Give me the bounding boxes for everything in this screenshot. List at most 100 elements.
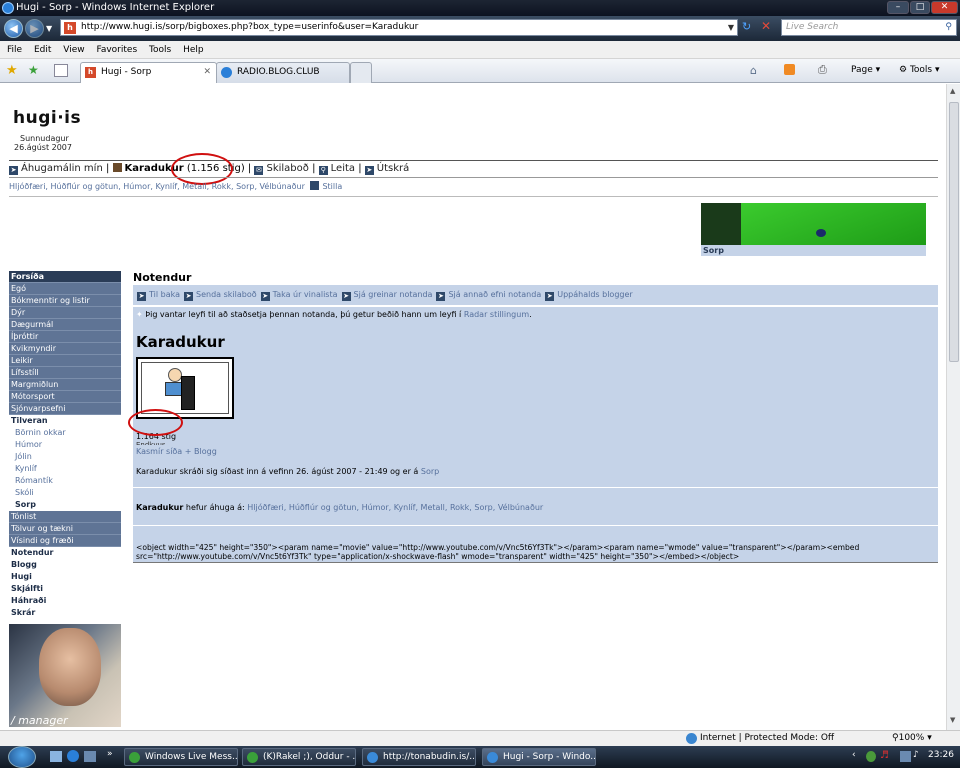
taskbar-item-messenger[interactable]: Windows Live Mess... <box>124 748 238 766</box>
interest-links[interactable]: Hljóðfæri, Húðflúr og götun, Húmor, Kynl… <box>247 503 543 512</box>
print-icon[interactable]: ⎙ <box>818 63 827 77</box>
settings-link[interactable]: Stilla <box>322 182 342 191</box>
menu-view[interactable]: View <box>63 45 84 55</box>
sidebar-item[interactable]: Sorp <box>9 499 121 511</box>
new-tab-button[interactable] <box>350 62 372 83</box>
vertical-scrollbar[interactable]: ▲ ▼ <box>946 84 960 730</box>
favorites-star-icon[interactable]: ★ <box>6 63 18 78</box>
action-link[interactable]: Taka úr vinalista <box>273 290 338 299</box>
sidebar-item[interactable]: Skóli <box>9 487 121 499</box>
kasmir-page-link[interactable]: Kasmír síða <box>136 447 182 456</box>
switch-windows-icon[interactable] <box>84 751 96 762</box>
sidebar-item[interactable]: Tilveran <box>9 415 121 427</box>
sidebar-item[interactable]: Skjálfti <box>9 583 121 595</box>
minimize-button[interactable]: – <box>887 1 909 14</box>
close-tab-icon[interactable]: ✕ <box>203 63 211 82</box>
logout-link[interactable]: Útskrá <box>377 163 409 174</box>
tab-hugi-sorp[interactable]: h Hugi - Sorp ✕ <box>80 62 217 83</box>
search-icon[interactable]: ⚲ <box>945 20 952 35</box>
address-input[interactable]: h http://www.hugi.is/sorp/bigboxes.php?b… <box>60 19 738 36</box>
action-link[interactable]: Sjá greinar notanda <box>354 290 433 299</box>
sidebar-item[interactable]: Mótorsport <box>9 391 121 403</box>
search-input[interactable]: Live Search ⚲ <box>781 19 957 36</box>
sidebar-item[interactable]: Börnin okkar <box>9 427 121 439</box>
action-link[interactable]: Sjá annað efni notanda <box>448 290 541 299</box>
taskbar-item-hugi[interactable]: Hugi - Sorp - Windo... <box>482 748 596 766</box>
sidebar-item[interactable]: Íþróttir <box>9 331 121 343</box>
action-link[interactable]: Uppáhalds blogger <box>557 290 632 299</box>
refresh-icon[interactable]: ↻ <box>742 20 758 36</box>
sidebar-item[interactable]: Dægurmál <box>9 319 121 331</box>
history-dropdown-icon[interactable]: ▼ <box>46 24 52 33</box>
sidebar-item[interactable]: Vísindi og fræði <box>9 535 121 547</box>
sidebar-item[interactable]: Notendur <box>9 547 121 559</box>
quicklaunch-more-icon[interactable]: » <box>107 749 113 759</box>
close-button[interactable]: ✕ <box>931 1 958 14</box>
sidebar-item[interactable]: Rómantík <box>9 475 121 487</box>
menu-tools[interactable]: Tools <box>149 45 171 55</box>
scroll-down-icon[interactable]: ▼ <box>950 716 955 724</box>
back-arrow-icon[interactable]: ◀ <box>4 19 23 38</box>
sidebar-item[interactable]: Kynlíf <box>9 463 121 475</box>
zoom-level[interactable]: ⚲100% ▾ <box>892 731 932 746</box>
rss-feed-icon[interactable] <box>784 64 795 75</box>
sidebar-item[interactable]: Forsíða <box>9 271 121 283</box>
sidebar-item[interactable]: Jólin <box>9 451 121 463</box>
action-link[interactable]: Til baka <box>149 290 180 299</box>
start-button[interactable] <box>8 746 36 768</box>
my-interests-link[interactable]: Áhugamálin mín <box>21 163 103 174</box>
clock[interactable]: 23:26 <box>928 750 954 760</box>
sidebar-item[interactable]: Dýr <box>9 307 121 319</box>
forward-arrow-icon[interactable]: ▶ <box>25 19 44 38</box>
sidebar-item[interactable]: Lífsstíll <box>9 367 121 379</box>
manager-photo[interactable]: / manager <box>9 624 121 727</box>
maximize-button[interactable]: □ <box>910 1 930 14</box>
sidebar-item[interactable]: Tónlist <box>9 511 121 523</box>
sidebar-item[interactable]: Egó <box>9 283 121 295</box>
sidebar-item[interactable]: Leikir <box>9 355 121 367</box>
show-desktop-icon[interactable] <box>50 751 62 762</box>
hugi-logo[interactable]: hugi·is <box>13 108 81 128</box>
zone-status[interactable]: Internet | Protected Mode: Off <box>700 731 834 746</box>
sidebar-item[interactable]: Kvikmyndir <box>9 343 121 355</box>
messages-link[interactable]: Skilaboð <box>266 163 308 174</box>
taskbar-item-tonabudin[interactable]: http://tonabudin.is/... <box>362 748 476 766</box>
sidebar-item[interactable]: Húmor <box>9 439 121 451</box>
blog-link[interactable]: + Blogg <box>185 447 217 456</box>
sidebar-item[interactable]: Margmiðlun <box>9 379 121 391</box>
add-favorites-icon[interactable]: ★ <box>28 63 39 77</box>
current-section-link[interactable]: Sorp <box>421 467 439 476</box>
tab-radio-blog-club[interactable]: RADIO.BLOG.CLUB <box>216 62 350 83</box>
tools-menu[interactable]: ⚙ Tools ▾ <box>899 65 940 75</box>
menu-help[interactable]: Help <box>183 45 204 55</box>
tray-volume-icon[interactable]: ♬ <box>880 750 889 761</box>
interest-list[interactable]: Hljóðfæri, Húðflúr og götun, Húmor, Kynl… <box>9 182 305 191</box>
radar-settings-link[interactable]: Radar stillingum <box>464 310 529 319</box>
address-dropdown-icon[interactable]: ▼ <box>728 20 734 35</box>
action-link[interactable]: Senda skilaboð <box>196 290 257 299</box>
scroll-up-icon[interactable]: ▲ <box>950 87 955 95</box>
sidebar-item[interactable]: Bókmenntir og listir <box>9 295 121 307</box>
menu-file[interactable]: File <box>7 45 22 55</box>
tray-speaker-icon[interactable]: ♪ <box>913 750 919 760</box>
tray-monitor-icon[interactable] <box>900 751 911 762</box>
page-menu[interactable]: Page ▾ <box>851 65 880 75</box>
taskbar-item-chat[interactable]: (K)Rakel ;), Oddur - ... <box>242 748 356 766</box>
tray-network-icon[interactable] <box>866 751 876 762</box>
quick-tabs-icon[interactable] <box>54 64 68 77</box>
sidebar-item[interactable]: Hugi <box>9 571 121 583</box>
home-icon[interactable]: ⌂ <box>750 64 757 77</box>
tray-expand-icon[interactable]: ‹ <box>852 750 856 760</box>
stop-icon[interactable]: ✕ <box>761 19 777 35</box>
sidebar-item[interactable]: Háhraði <box>9 595 121 607</box>
search-link[interactable]: Leita <box>331 163 355 174</box>
sidebar-item[interactable]: Sjónvarpsefni <box>9 403 121 415</box>
sidebar-item[interactable]: Blogg <box>9 559 121 571</box>
sidebar-item[interactable]: Tölvur og tækni <box>9 523 121 535</box>
section-banner[interactable]: Sorp <box>701 203 926 256</box>
scrollbar-thumb[interactable] <box>949 102 959 362</box>
menu-edit[interactable]: Edit <box>34 45 51 55</box>
menu-favorites[interactable]: Favorites <box>96 45 137 55</box>
ie-quicklaunch-icon[interactable] <box>67 750 79 762</box>
sidebar-item[interactable]: Skrár <box>9 607 121 619</box>
